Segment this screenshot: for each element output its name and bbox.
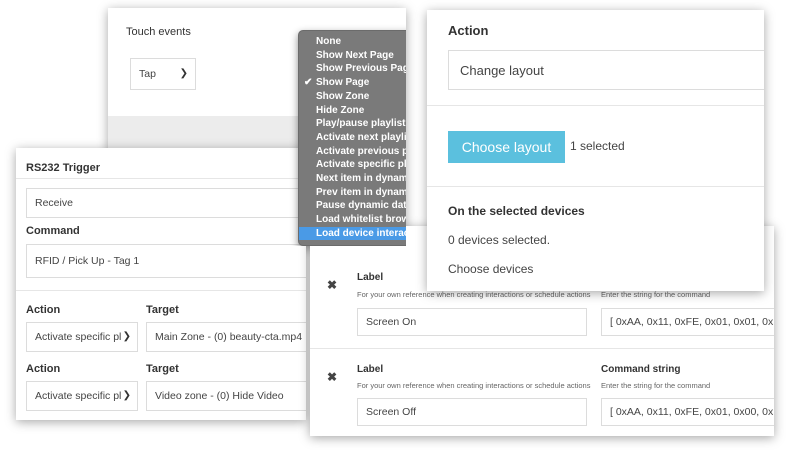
dropdown-option[interactable]: Load whitelist browser xyxy=(299,213,406,227)
dropdown-option-label: Show Previous Page xyxy=(316,63,406,75)
label-title-1: Label xyxy=(357,272,384,283)
target-select-1[interactable]: Main Zone - (0) beauty-cta.mp4 xyxy=(146,322,306,352)
label-input-1[interactable]: Screen On xyxy=(357,308,587,336)
action-select-2[interactable]: Activate specific pl ❯ xyxy=(26,381,138,411)
dropdown-option[interactable]: Activate previous playlist item in zone xyxy=(299,145,406,159)
dropdown-option[interactable]: Prev item in dynamic data slideshow xyxy=(299,186,406,200)
close-icon[interactable]: ✖ xyxy=(327,370,337,384)
dropdown-option-label: Activate previous playlist item in zone xyxy=(316,145,406,157)
divider xyxy=(427,105,764,106)
command-select[interactable]: RFID / Pick Up - Tag 1 xyxy=(26,244,306,278)
target-label-2: Target xyxy=(146,363,179,375)
dropdown-option[interactable]: Show Previous Page xyxy=(299,62,406,76)
dropdown-option[interactable]: Show Zone xyxy=(299,90,406,104)
devices-heading: On the selected devices xyxy=(448,204,585,218)
label-hint-2: For your own reference when creating int… xyxy=(357,381,591,390)
label-value-1: Screen On xyxy=(366,316,417,328)
action-label: Action xyxy=(448,23,489,38)
dropdown-option-label: Show Page xyxy=(316,77,370,89)
choose-devices-link[interactable]: Choose devices xyxy=(448,262,533,276)
label-input-2[interactable]: Screen Off xyxy=(357,398,587,426)
command-value-2: [ 0xAA, 0x11, 0xFE, 0x01, 0x00, 0x10 ] xyxy=(610,406,774,418)
dropdown-option-label: Play/pause playlist xyxy=(316,118,406,130)
command-label: Command xyxy=(26,225,80,237)
dropdown-option-label: Show Zone xyxy=(316,90,370,102)
target-value-1: Main Zone - (0) beauty-cta.mp4 xyxy=(155,331,303,343)
rs232-trigger-value: Receive xyxy=(35,197,73,209)
target-select-2[interactable]: Video zone - (0) Hide Video xyxy=(146,381,306,411)
command-input-2[interactable]: [ 0xAA, 0x11, 0xFE, 0x01, 0x00, 0x10 ] xyxy=(601,398,774,426)
dropdown-option[interactable]: Activate specific playlist item xyxy=(299,158,406,172)
divider xyxy=(310,348,774,349)
action-label-1: Action xyxy=(26,304,61,316)
divider xyxy=(16,178,306,179)
chevron-down-icon: ❯ xyxy=(122,390,131,401)
dropdown-option-label: None xyxy=(316,36,341,47)
dropdown-option-label: Pause dynamic data slideshow xyxy=(316,200,406,212)
dropdown-option[interactable]: Show Next Page xyxy=(299,49,406,63)
choose-layout-button[interactable]: Choose layout xyxy=(448,131,565,163)
dropdown-option[interactable]: None xyxy=(299,35,406,49)
dropdown-option-label: Hide Zone xyxy=(316,104,365,116)
dropdown-option-label: Activate specific playlist item xyxy=(316,159,406,171)
dropdown-option-label: Load device interactions xyxy=(316,227,406,239)
dropdown-option-label: Activate next playlist item in zone xyxy=(316,131,406,143)
dropdown-option[interactable]: ✔ Show Page xyxy=(299,76,406,90)
target-value-2: Video zone - (0) Hide Video xyxy=(155,390,284,402)
dropdown-option-label: Next item in dynamic data slideshow xyxy=(316,173,406,184)
command-value: RFID / Pick Up - Tag 1 xyxy=(35,255,140,267)
touch-trigger-value: Tap xyxy=(139,68,156,80)
dropdown-option[interactable]: Play/pause playlist xyxy=(299,117,406,131)
dropdown-option-label: Load whitelist browser xyxy=(316,214,406,226)
action-select-1[interactable]: Activate specific pl ❯ xyxy=(26,322,138,352)
chevron-down-icon: ❯ xyxy=(122,331,131,342)
dropdown-option[interactable]: Load device interactions xyxy=(299,226,406,241)
selected-count: 1 selected xyxy=(570,139,625,153)
action-value-2: Activate specific pl xyxy=(35,390,122,402)
action-value: Change layout xyxy=(460,62,544,78)
command-input-1[interactable]: [ 0xAA, 0x11, 0xFE, 0x01, 0x01, 0x11 ] xyxy=(601,308,774,336)
chevron-down-icon: ❯ xyxy=(179,68,188,79)
checkmark-icon: ✔ xyxy=(304,77,313,89)
rs232-title: RS232 Trigger xyxy=(26,162,100,174)
label-value-2: Screen Off xyxy=(366,406,416,418)
label-title-2: Label xyxy=(357,364,384,375)
dropdown-option[interactable]: Pause dynamic data slideshow xyxy=(299,199,406,213)
action-label-2: Action xyxy=(26,363,61,375)
touch-events-label: Touch events xyxy=(126,26,191,38)
divider xyxy=(16,290,306,291)
cmd-hint-2: Enter the string for the command xyxy=(601,381,711,390)
dropdown-option[interactable]: Next item in dynamic data slideshow xyxy=(299,172,406,186)
action-select[interactable]: Change layout xyxy=(448,50,764,90)
dropdown-option-label: Show Next Page xyxy=(316,49,394,61)
rs232-trigger-select[interactable]: Receive xyxy=(26,188,306,218)
dropdown-option[interactable]: Activate next playlist item in zone xyxy=(299,131,406,145)
label-hint-1: For your own reference when creating int… xyxy=(357,290,591,299)
touch-trigger-select[interactable]: Tap ❯ xyxy=(130,58,196,90)
devices-selected-text: 0 devices selected. xyxy=(448,233,551,247)
action-value-1: Activate specific pl xyxy=(35,331,122,343)
choose-layout-button-label: Choose layout xyxy=(461,139,552,155)
cmd-hint-1: Enter the string for the command xyxy=(601,290,711,299)
rs232-trigger-panel: RS232 Trigger Receive Command RFID / Pic… xyxy=(16,148,306,420)
dropdown-option[interactable]: Hide Zone xyxy=(299,104,406,118)
target-label-1: Target xyxy=(146,304,179,316)
cmd-title-2: Command string xyxy=(601,364,681,375)
command-value-1: [ 0xAA, 0x11, 0xFE, 0x01, 0x01, 0x11 ] xyxy=(610,316,774,328)
dropdown-option-label: Prev item in dynamic data slideshow xyxy=(316,186,406,198)
close-icon[interactable]: ✖ xyxy=(327,278,337,292)
touch-action-dropdown[interactable]: None Show Next Page Show Previous Page ✔ Sho… xyxy=(298,30,406,246)
action-panel: Action Change layout Choose layout 1 sel… xyxy=(427,10,764,291)
divider xyxy=(427,186,764,187)
